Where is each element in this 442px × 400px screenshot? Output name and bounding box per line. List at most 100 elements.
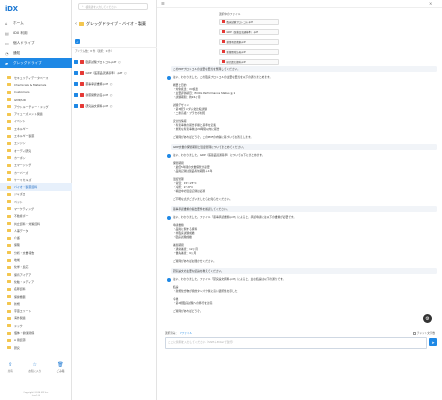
sidebar-action-label: お気に入り bbox=[28, 370, 42, 373]
left-sidebar: iDX ⌂ ホーム ▤ iDX 利用 ▭ 個人ドライブ ◔ 通知 ▰ グレッグドライブ セキュリテ… bbox=[0, 0, 72, 400]
folder-label: GMP/LIR bbox=[14, 97, 26, 102]
selected-file-chip[interactable]: 臨床試験プロトコル.pdf bbox=[219, 18, 279, 25]
collapse-icon[interactable]: ☰ bbox=[161, 1, 165, 6]
selected-file-name: 薬事承認書類.pdf bbox=[226, 40, 246, 44]
folder-item[interactable]: オーディ研究 bbox=[0, 147, 72, 154]
pdf-icon bbox=[222, 49, 225, 54]
file-checkbox[interactable] bbox=[74, 104, 78, 108]
folder-item[interactable]: A 用資源 bbox=[0, 337, 72, 344]
folder-item[interactable]: 化粧・メディア bbox=[0, 278, 72, 285]
file-row[interactable]: GDP（医薬品流通基準）.pdf ◴ bbox=[72, 68, 157, 78]
file-row[interactable]: 臨床試験プロトコル.pdf ◴ bbox=[72, 57, 157, 67]
folder-icon bbox=[7, 119, 11, 123]
item-count: アイテム数：8 件（選択：0 件） bbox=[75, 50, 114, 53]
folder-item[interactable]: カーバーズ bbox=[0, 169, 72, 176]
folder-item[interactable]: 化学・反応 bbox=[0, 264, 72, 271]
folder-icon bbox=[7, 192, 11, 196]
status-icon: ◴ bbox=[118, 60, 121, 64]
folder-item[interactable]: エマージング bbox=[0, 162, 72, 169]
folder-icon bbox=[7, 222, 11, 226]
gear-icon[interactable]: ⚙ bbox=[423, 314, 432, 323]
char-count-toggle[interactable]: チャット文字数 bbox=[412, 331, 435, 335]
folder-item[interactable]: カーボン bbox=[0, 154, 72, 161]
file-name: GDP（医薬品流通基準）.pdf bbox=[85, 71, 123, 75]
folder-item[interactable]: 介護 bbox=[0, 235, 72, 242]
selected-file-chip[interactable]: 研究論文資料.pdf bbox=[219, 58, 279, 65]
folder-item[interactable]: エンジン bbox=[0, 140, 72, 147]
folder-item[interactable]: GMP/LIR bbox=[0, 96, 72, 103]
folder-item[interactable]: ジャズロ bbox=[0, 191, 72, 198]
folder-item[interactable]: 保険 bbox=[0, 242, 72, 249]
sidebar-action[interactable]: ☆ お気に入り bbox=[28, 362, 41, 373]
folder-label: セキュリティデータベース bbox=[14, 75, 49, 80]
folder-item[interactable]: 共立資料・対策資料 bbox=[0, 220, 72, 227]
folder-item[interactable]: エネルギー bbox=[0, 125, 72, 132]
checkbox[interactable] bbox=[412, 331, 416, 335]
select-all-checkbox[interactable]: ✓ bbox=[75, 39, 80, 44]
file-row[interactable]: 新薬開発計画.pdf ◴ bbox=[72, 90, 157, 100]
folder-item[interactable]: ドック bbox=[0, 322, 72, 329]
folder-item[interactable]: セキュリティデータベース bbox=[0, 74, 72, 81]
folder-item[interactable]: バイオ・製薬資料 bbox=[0, 183, 72, 191]
selected-file-chip[interactable]: GDP（医薬品流通基準）.pdf bbox=[219, 28, 279, 35]
nav-item[interactable]: ▤ iDX 利用 bbox=[0, 28, 72, 38]
folder-icon bbox=[7, 287, 11, 291]
folder-item[interactable]: 不動産ポー bbox=[0, 213, 72, 220]
folder-item[interactable]: 分析・文書報告 bbox=[0, 249, 72, 256]
nav-item-label: グレッグドライブ bbox=[13, 60, 42, 65]
file-checkbox[interactable] bbox=[74, 93, 78, 97]
folder-item[interactable]: マーケティング bbox=[0, 205, 72, 212]
folder-icon bbox=[7, 178, 11, 182]
app-logo[interactable]: iDX bbox=[5, 5, 18, 13]
folder-label: カーバーズ bbox=[14, 170, 29, 175]
file-checkbox[interactable] bbox=[74, 71, 78, 75]
file-checkbox[interactable] bbox=[74, 82, 78, 86]
folder-label: イベント bbox=[14, 119, 26, 124]
send-icon[interactable]: ➤ bbox=[429, 338, 437, 346]
folder-item[interactable]: アミューズメント関連 bbox=[0, 110, 72, 117]
folder-item[interactable]: 個体・健康関係 bbox=[0, 329, 72, 336]
folder-item[interactable]: 名称資料 bbox=[0, 286, 72, 293]
back-arrow-icon[interactable]: ‹ bbox=[75, 21, 77, 27]
folder-item[interactable]: 保健機器 bbox=[0, 293, 72, 300]
folder-icon bbox=[7, 98, 11, 102]
folder-item[interactable]: 新規 bbox=[0, 300, 72, 307]
folder-icon bbox=[7, 76, 11, 80]
nav-item[interactable]: ▰ グレッグドライブ bbox=[0, 58, 72, 68]
chat-input[interactable]: ここに質問を入力してください（Shift＋Enterで改行） bbox=[165, 337, 427, 349]
folder-item[interactable]: 人事データ bbox=[0, 227, 72, 234]
folder-item[interactable]: 保育アイデア bbox=[0, 271, 72, 278]
folder-item[interactable]: ペット bbox=[0, 198, 72, 205]
folder-item[interactable]: 宇宙エリート bbox=[0, 308, 72, 315]
selection-link[interactable]: 7ファイル bbox=[180, 331, 192, 335]
file-checkbox[interactable] bbox=[74, 60, 78, 64]
sidebar-action[interactable]: 🗑 ごみ箱 bbox=[57, 362, 65, 373]
folder-icon bbox=[7, 163, 11, 167]
folder-item[interactable]: Chemicals & Materials bbox=[0, 81, 72, 88]
file-row[interactable]: 研究論文資料.pdf ◴ bbox=[72, 101, 157, 111]
selected-file-chip[interactable]: 薬事承認書類.pdf bbox=[219, 38, 279, 45]
folder-icon bbox=[7, 83, 11, 87]
folder-item[interactable]: 地域 bbox=[0, 256, 72, 263]
search-input[interactable]: ⌕ 検索語を入力してください bbox=[78, 3, 148, 10]
nav-item[interactable]: ◔ 通知 bbox=[0, 48, 72, 58]
folder-item[interactable]: 海外関連 bbox=[0, 315, 72, 322]
folder-item[interactable]: ケーミカルズ bbox=[0, 176, 72, 183]
folder-label: 分析・文書報告 bbox=[14, 250, 35, 255]
sidebar-action[interactable]: ⇪ 共有 bbox=[8, 362, 13, 373]
close-icon[interactable]: × bbox=[429, 1, 432, 6]
folder-icon bbox=[7, 258, 11, 262]
folder-item[interactable]: エネルギー製薬 bbox=[0, 132, 72, 139]
file-name: 新薬開発計画.pdf bbox=[85, 93, 108, 97]
selected-file-chip[interactable]: 新薬開発計画.pdf bbox=[219, 48, 279, 55]
file-row[interactable]: 薬事承認書類.pdf ◴ bbox=[72, 79, 157, 89]
star-icon: ☆ bbox=[32, 362, 37, 368]
folder-item[interactable]: アウトルーチャー・ドッグ bbox=[0, 103, 72, 110]
folder-icon bbox=[7, 214, 11, 218]
folder-icon bbox=[7, 185, 11, 189]
nav-item[interactable]: ▭ 個人ドライブ bbox=[0, 38, 72, 48]
folder-item[interactable]: 研究 bbox=[0, 344, 72, 351]
folder-item[interactable]: イベント bbox=[0, 118, 72, 125]
nav-item[interactable]: ⌂ ホーム bbox=[0, 18, 72, 28]
folder-item[interactable]: Customers bbox=[0, 89, 72, 96]
